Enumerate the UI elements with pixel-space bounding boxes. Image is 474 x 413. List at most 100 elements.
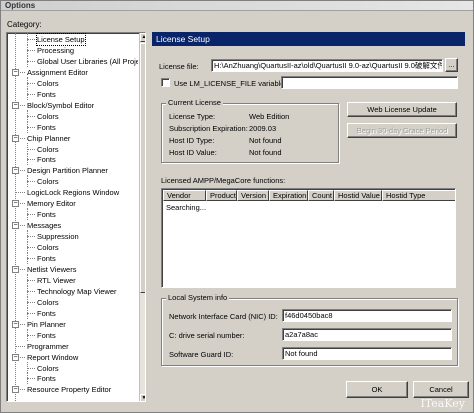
tree-connector bbox=[27, 312, 35, 314]
tree-item[interactable]: Resource Property Editor bbox=[27, 384, 111, 395]
tree-scrollbar[interactable]: ▲ ▼ bbox=[139, 33, 145, 401]
tree-item[interactable]: Colors bbox=[37, 363, 59, 374]
current-license-group: Current License License Type: Web Editio… bbox=[161, 98, 339, 163]
tree-connector bbox=[27, 49, 35, 51]
tree-item[interactable]: Suppression bbox=[37, 231, 79, 242]
tree-item[interactable]: Chip Planner bbox=[27, 133, 70, 144]
collapse-toggle-icon[interactable]: − bbox=[12, 200, 19, 208]
tree-item[interactable]: Fonts bbox=[37, 308, 56, 319]
tree-connector bbox=[27, 378, 35, 380]
tree-connector bbox=[27, 236, 35, 238]
tree-item[interactable]: License Setup bbox=[36, 33, 86, 46]
collapse-toggle-icon[interactable]: − bbox=[12, 68, 19, 76]
license-file-input[interactable]: H:\AnZhuang\QuartusII-az\old\QuartusII 9… bbox=[211, 59, 443, 72]
scroll-down-arrow-icon[interactable]: ▼ bbox=[140, 394, 145, 401]
tree-item[interactable]: Fonts bbox=[37, 154, 56, 165]
collapse-toggle-icon[interactable]: − bbox=[12, 101, 19, 109]
tree-item[interactable]: Processing bbox=[37, 45, 74, 56]
host-id-value-value: Not found bbox=[249, 148, 282, 157]
subscription-expiration-value: 2009.03 bbox=[249, 124, 277, 133]
tree-item[interactable]: Report Window bbox=[27, 352, 78, 363]
drive-serial-label: C: drive serial number: bbox=[169, 331, 245, 340]
tree-item[interactable]: Block/Symbol Editor bbox=[27, 100, 94, 111]
tree-item[interactable]: Design Partition Planner bbox=[27, 165, 108, 176]
collapse-toggle-icon[interactable]: − bbox=[12, 353, 19, 361]
column-expiration[interactable]: Expiration bbox=[269, 190, 308, 201]
tree-item[interactable]: Fonts bbox=[37, 122, 56, 133]
collapse-toggle-icon[interactable]: − bbox=[12, 167, 19, 175]
category-label: Category: bbox=[7, 20, 42, 29]
tree-item[interactable]: Colors bbox=[37, 297, 59, 308]
tree-item[interactable]: Messages bbox=[27, 220, 61, 231]
tree-item[interactable]: Colors bbox=[37, 176, 59, 187]
use-lm-license-label: Use LM_LICENSE_FILE variable: bbox=[174, 79, 287, 88]
tree-guide-line bbox=[27, 87, 28, 100]
column-product[interactable]: Product bbox=[206, 190, 237, 201]
tree-item[interactable]: Global User Libraries (All Projects) bbox=[37, 56, 138, 67]
column-hostid-type[interactable]: Hostid Type bbox=[382, 190, 455, 201]
tree-connector bbox=[15, 192, 25, 194]
nic-id-field[interactable]: f46d0450bac8 bbox=[282, 309, 452, 322]
web-license-update-button[interactable]: Web License Update bbox=[347, 102, 457, 117]
tree-item[interactable]: Fonts bbox=[37, 373, 56, 384]
tree-item[interactable]: Fonts bbox=[37, 330, 56, 341]
panel-title: License Setup bbox=[152, 32, 465, 46]
drive-serial-field[interactable]: a2a7a8ac bbox=[282, 328, 452, 341]
license-file-label: License file: bbox=[159, 62, 199, 71]
tree-item[interactable]: Colors bbox=[37, 242, 59, 253]
ok-button[interactable]: OK bbox=[346, 381, 408, 398]
tree-content: License Setup Processing Global User Libra… bbox=[7, 33, 138, 401]
tree-item[interactable]: Technology Map Viewer bbox=[37, 286, 117, 297]
host-id-type-value: Not found bbox=[249, 136, 282, 145]
grace-period-button[interactable]: Begin 30-day Grace Period bbox=[347, 123, 457, 138]
tree-item[interactable]: Pin Planner bbox=[27, 319, 66, 330]
tree-connector bbox=[27, 367, 35, 369]
options-dialog: Options Category: License Setup Processin… bbox=[0, 0, 474, 413]
title-bar[interactable]: Options bbox=[1, 1, 473, 11]
license-type-label: License Type: bbox=[169, 112, 216, 121]
tree-item[interactable]: Colors bbox=[37, 111, 59, 122]
host-id-type-label: Host ID Type: bbox=[169, 136, 215, 145]
tree-connector bbox=[27, 247, 35, 249]
collapse-toggle-icon[interactable]: − bbox=[12, 222, 19, 230]
column-vendor[interactable]: Vendor bbox=[163, 190, 206, 201]
tree-connector bbox=[27, 290, 35, 292]
software-guard-field[interactable]: Not found bbox=[282, 347, 452, 360]
collapse-toggle-icon[interactable]: − bbox=[12, 265, 19, 273]
use-lm-license-checkbox[interactable] bbox=[161, 78, 170, 87]
collapse-toggle-icon[interactable]: − bbox=[12, 134, 19, 142]
collapse-toggle-icon[interactable]: − bbox=[12, 386, 19, 394]
current-license-title: Current License bbox=[166, 98, 223, 107]
tree-guide-line bbox=[27, 175, 28, 188]
browse-button[interactable]: ... bbox=[445, 58, 458, 72]
tree-guide-line bbox=[27, 120, 28, 133]
tree-item[interactable]: Colors bbox=[37, 78, 59, 89]
tree-item[interactable]: Fonts bbox=[37, 89, 56, 100]
tree-guide-line bbox=[27, 252, 28, 264]
column-hostid-value[interactable]: Hostid Value bbox=[334, 190, 382, 201]
tree-item[interactable]: LogicLock Regions Window bbox=[27, 187, 119, 198]
scroll-up-arrow-icon[interactable]: ▲ bbox=[140, 33, 145, 42]
software-guard-label: Software Guard ID: bbox=[169, 350, 234, 359]
tree-item[interactable]: Assignment Editor bbox=[27, 67, 88, 78]
tree-item[interactable]: RTL Viewer bbox=[37, 275, 76, 286]
tree-item[interactable]: Programmer bbox=[27, 341, 69, 352]
tree-item[interactable]: Fonts bbox=[37, 209, 56, 220]
lm-license-input[interactable] bbox=[281, 76, 458, 89]
tree-connector bbox=[27, 301, 35, 303]
scrollbar-thumb[interactable] bbox=[140, 43, 145, 293]
cancel-button[interactable]: Cancel bbox=[413, 381, 469, 398]
category-tree[interactable]: License Setup Processing Global User Libra… bbox=[6, 32, 146, 402]
licensed-functions-list[interactable]: Vendor Product Version Expiration Count … bbox=[161, 188, 456, 288]
column-count[interactable]: Count bbox=[308, 190, 334, 201]
tree-item[interactable]: Colors bbox=[37, 144, 59, 155]
license-setup-panel: License Setup License file: H:\AnZhuang\… bbox=[152, 32, 465, 372]
column-version[interactable]: Version bbox=[237, 190, 269, 201]
tree-guide-line bbox=[27, 306, 28, 319]
collapse-toggle-icon[interactable]: − bbox=[12, 320, 19, 328]
tree-item[interactable]: Memory Editor bbox=[27, 198, 76, 209]
tree-item[interactable]: Fonts bbox=[37, 253, 56, 264]
list-status: Searching... bbox=[166, 203, 207, 212]
tree-item[interactable]: Netlist Viewers bbox=[27, 264, 76, 275]
tree-connector bbox=[27, 148, 35, 150]
